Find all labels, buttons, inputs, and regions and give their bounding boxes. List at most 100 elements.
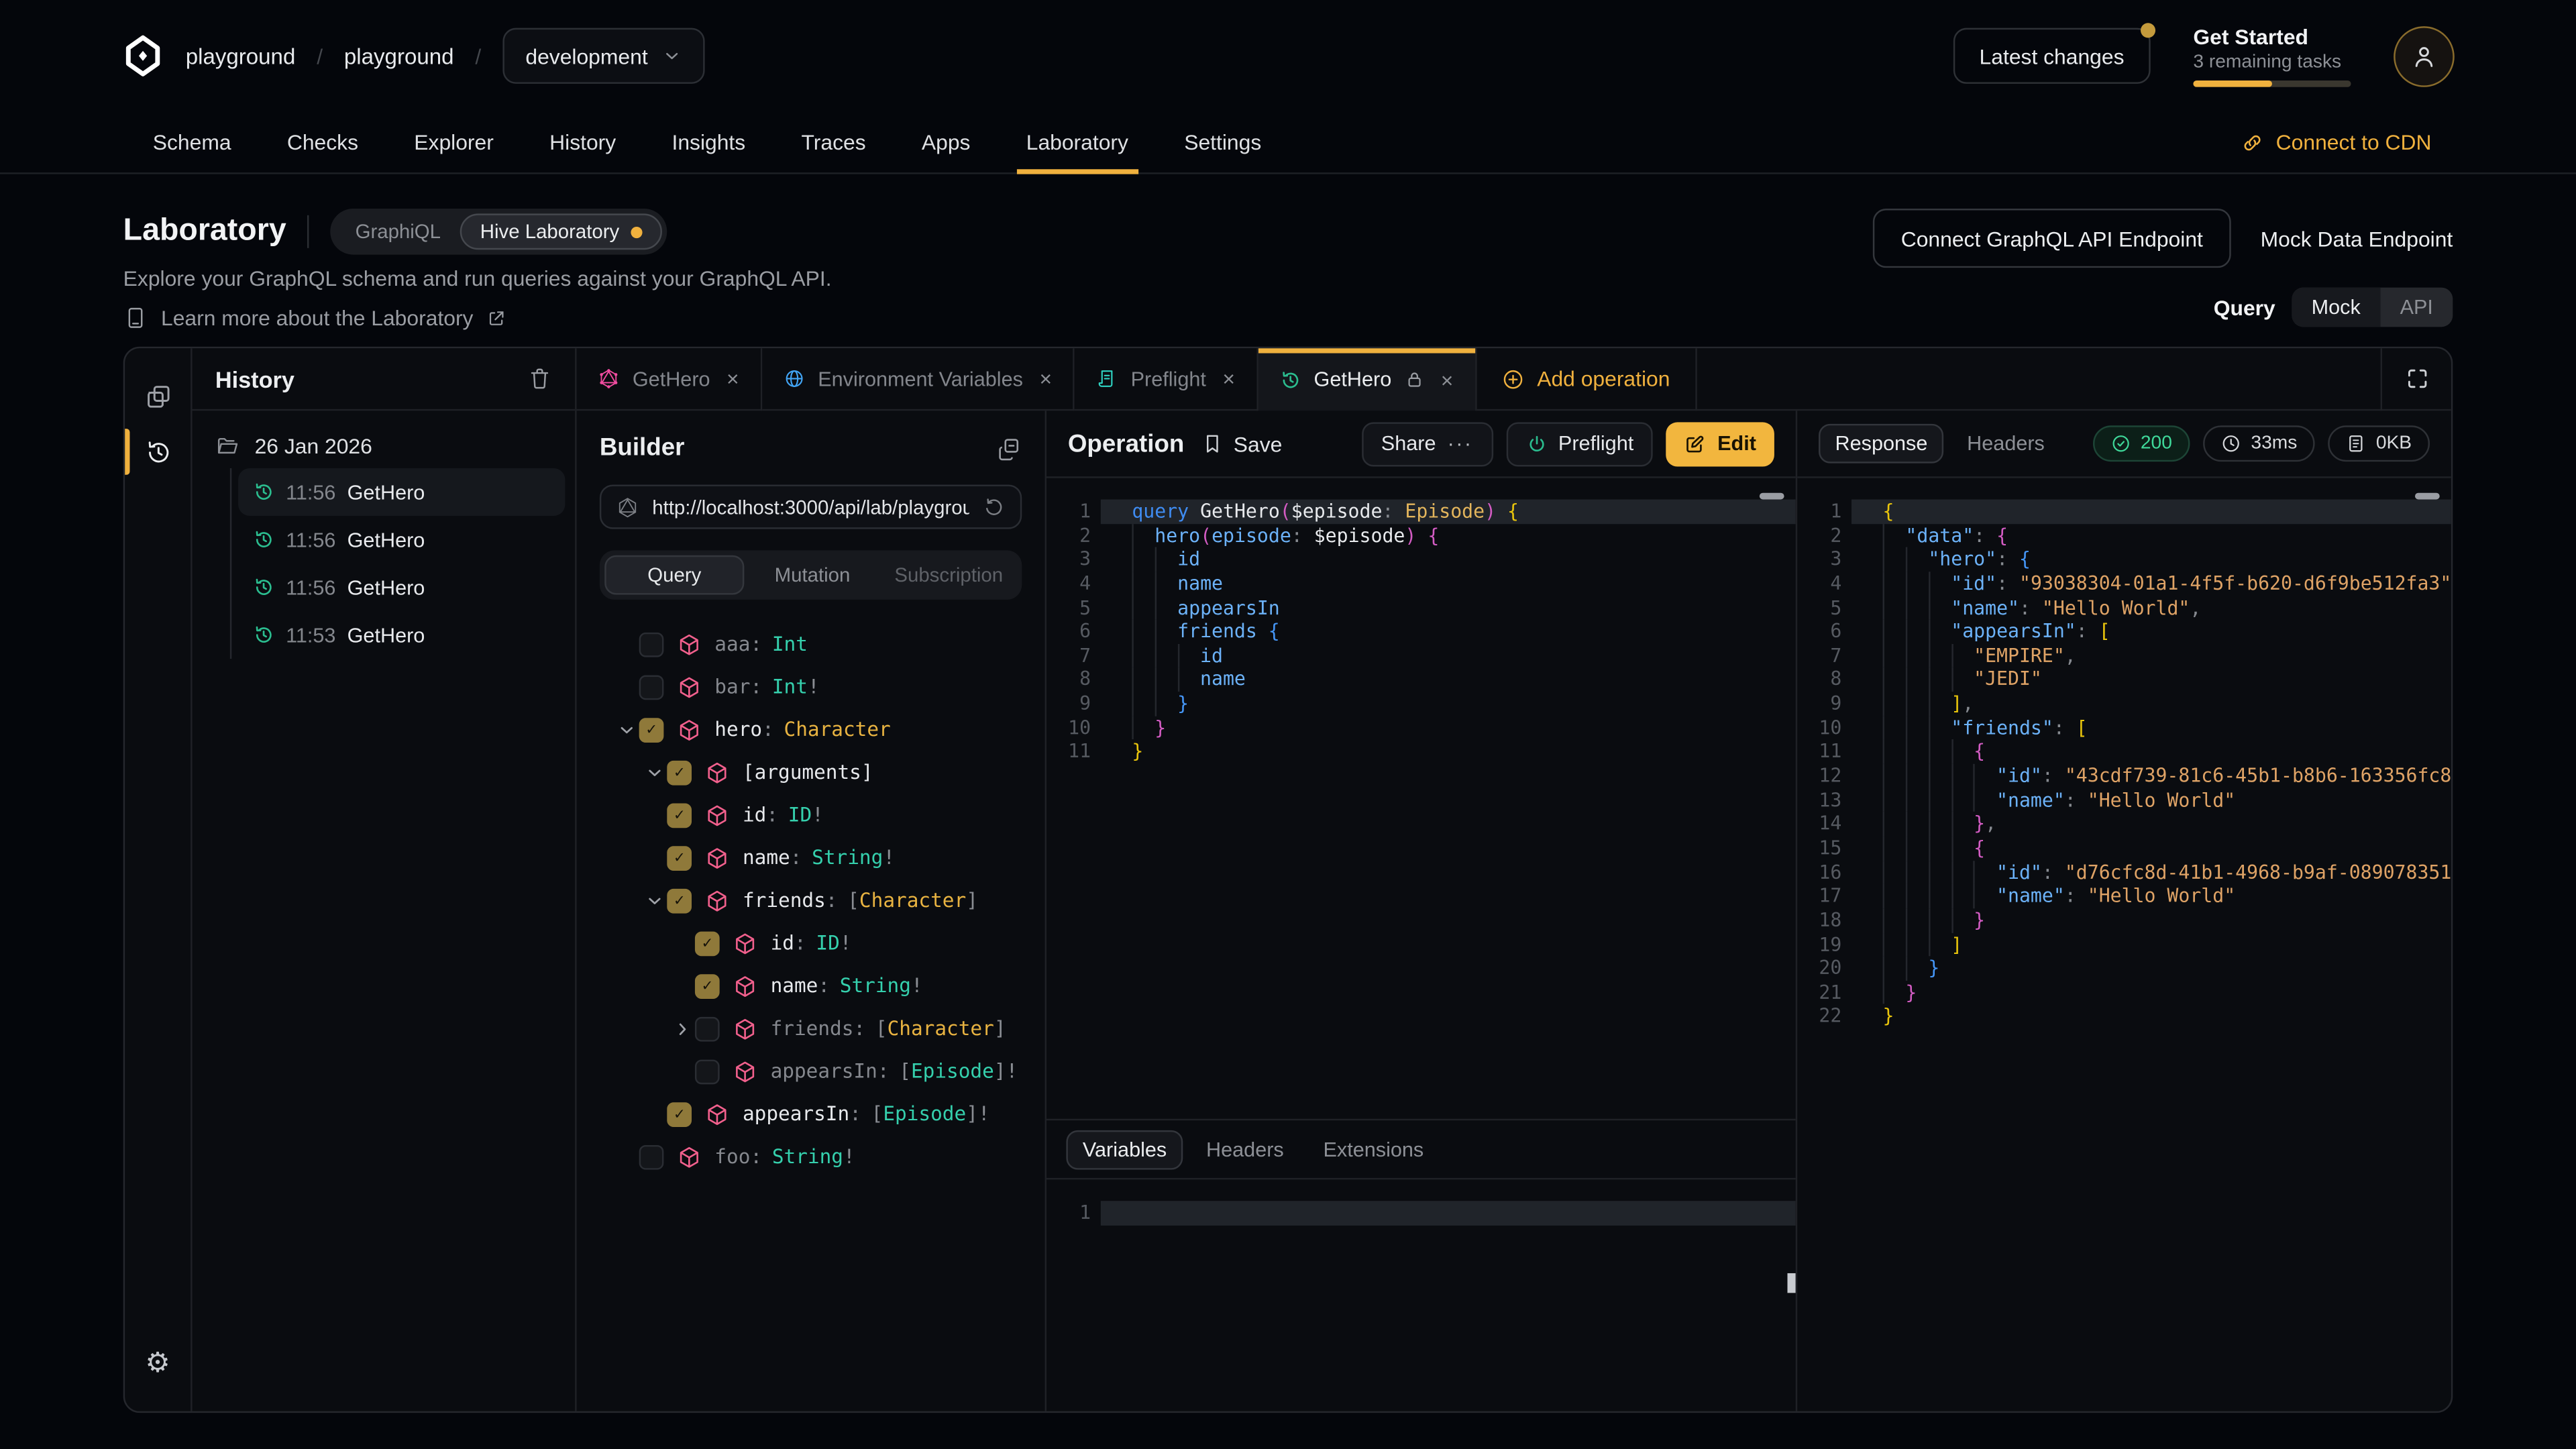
- history-item[interactable]: 11:56GetHero: [238, 564, 565, 611]
- breadcrumb: playground / playground / development: [121, 28, 705, 84]
- save-button[interactable]: Save: [1201, 431, 1283, 456]
- query-mode-api[interactable]: API: [2380, 288, 2453, 327]
- field-checkbox[interactable]: [639, 1144, 664, 1169]
- response-tab-headers[interactable]: Headers: [1951, 424, 2061, 464]
- close-icon[interactable]: ×: [727, 366, 739, 391]
- scrollbar-thumb[interactable]: [1787, 1273, 1795, 1293]
- nav-item-traces[interactable]: Traces: [801, 112, 865, 173]
- variables-editor[interactable]: 1: [1046, 1179, 1796, 1411]
- chevron-down-icon[interactable]: [641, 763, 667, 782]
- field-checkbox[interactable]: ✓: [667, 1102, 692, 1126]
- learn-more-link[interactable]: Learn more about the Laboratory: [123, 306, 832, 331]
- tab-preflight[interactable]: Preflight×: [1075, 348, 1258, 411]
- hive-logo-icon[interactable]: [121, 34, 164, 77]
- trash-icon[interactable]: [527, 366, 552, 391]
- preflight-button[interactable]: Preflight: [1506, 421, 1654, 466]
- tab-environment-variables[interactable]: Environment Variables×: [762, 348, 1075, 411]
- breadcrumb-project[interactable]: playground: [344, 44, 454, 68]
- chevron-down-icon[interactable]: [612, 720, 639, 739]
- nav-item-settings[interactable]: Settings: [1184, 112, 1261, 173]
- scrollbar-thumb[interactable]: [2415, 493, 2440, 500]
- response-tab-response[interactable]: Response: [1819, 424, 1944, 464]
- field-checkbox[interactable]: [639, 674, 664, 699]
- nav-item-insights[interactable]: Insights: [672, 112, 745, 173]
- subtab-headers[interactable]: Headers: [1190, 1130, 1301, 1169]
- nav-item-apps[interactable]: Apps: [922, 112, 971, 173]
- collections-rail-button[interactable]: [125, 368, 191, 424]
- nav-item-schema[interactable]: Schema: [153, 112, 231, 173]
- target-select[interactable]: development: [502, 28, 705, 84]
- field-checkbox[interactable]: ✓: [695, 930, 720, 955]
- tree-field-id: ✓id:ID!: [600, 922, 1022, 965]
- history-rail-button[interactable]: [125, 424, 191, 480]
- indent-guide: [1155, 572, 1177, 596]
- code-token: "43cdf739-81c6-45b1-b8b6-163356fc823f": [2065, 764, 2451, 787]
- query-editor[interactable]: 1234567891011query GetHero($episode: Epi…: [1046, 478, 1796, 1119]
- builder-tab-mutation[interactable]: Mutation: [744, 555, 880, 595]
- endpoint-url-input[interactable]: http://localhost:3000/api/lab/playground: [600, 484, 1022, 529]
- add-operation-button[interactable]: Add operation: [1477, 348, 1697, 411]
- subtab-variables[interactable]: Variables: [1066, 1130, 1183, 1169]
- nav-item-checks[interactable]: Checks: [287, 112, 358, 173]
- edit-button[interactable]: Edit: [1666, 421, 1774, 466]
- close-icon[interactable]: ×: [1222, 366, 1235, 391]
- chevron-down-icon[interactable]: [641, 892, 667, 910]
- mock-data-endpoint-button[interactable]: Mock Data Endpoint: [2261, 226, 2453, 251]
- field-checkbox[interactable]: [639, 632, 664, 657]
- field-checkbox[interactable]: ✓: [667, 760, 692, 785]
- code-token: {: [1996, 523, 2008, 546]
- field-checkbox[interactable]: [695, 1059, 720, 1083]
- history-item[interactable]: 11:53GetHero: [238, 611, 565, 659]
- lab-mode-hive-laboratory[interactable]: Hive Laboratory: [460, 213, 662, 250]
- close-icon[interactable]: ×: [1441, 367, 1454, 392]
- close-icon[interactable]: ×: [1039, 366, 1052, 391]
- operation-type-tabs: QueryMutationSubscription: [600, 550, 1022, 599]
- field-type: Character: [859, 889, 966, 912]
- connect-graphql-endpoint-button[interactable]: Connect GraphQL API Endpoint: [1873, 209, 2231, 268]
- nav-item-explorer[interactable]: Explorer: [414, 112, 494, 173]
- tab-gethero[interactable]: GetHero×: [577, 348, 762, 411]
- field-type: !: [883, 846, 895, 869]
- subtab-extensions[interactable]: Extensions: [1307, 1130, 1440, 1169]
- fullscreen-button[interactable]: [2381, 348, 2451, 411]
- settings-rail-button[interactable]: ⚙: [125, 1336, 191, 1391]
- nav-item-laboratory[interactable]: Laboratory: [1026, 112, 1128, 173]
- builder-tab-query[interactable]: Query: [604, 555, 744, 595]
- field-checkbox[interactable]: ✓: [695, 973, 720, 998]
- query-mode-mock[interactable]: Mock: [2292, 288, 2380, 327]
- builder-tab-subscription[interactable]: Subscription: [881, 555, 1017, 595]
- field-checkbox[interactable]: [695, 1016, 720, 1041]
- nav-item-history[interactable]: History: [549, 112, 616, 173]
- connect-to-cdn-link[interactable]: Connect to CDN: [2241, 112, 2431, 173]
- code-line: "id": "43cdf739-81c6-45b1-b8b6-163356fc8…: [1851, 764, 2451, 788]
- line-number: 22: [1797, 1004, 1851, 1028]
- user-avatar[interactable]: [2394, 25, 2455, 87]
- code-token: }: [1928, 957, 1939, 979]
- indent-guide: [1928, 667, 1951, 692]
- line-number: 5: [1797, 596, 1851, 620]
- edit-pencil-icon: [1684, 433, 1706, 454]
- tab-gethero[interactable]: GetHero×: [1258, 348, 1476, 411]
- field-checkbox[interactable]: ✓: [639, 717, 664, 742]
- history-date-group[interactable]: 26 Jan 2026: [215, 434, 575, 459]
- breadcrumb-org[interactable]: playground: [186, 44, 296, 68]
- latest-changes-button[interactable]: Latest changes: [1953, 28, 2150, 84]
- history-clock-icon: [253, 529, 274, 551]
- field-checkbox[interactable]: ✓: [667, 888, 692, 913]
- get-started-widget[interactable]: Get Started 3 remaining tasks: [2193, 25, 2351, 87]
- indent-guide: [1883, 764, 1906, 788]
- lab-mode-graphiql[interactable]: GraphiQL: [335, 213, 460, 250]
- response-viewer[interactable]: 12345678910111213141516171819202122{"dat…: [1797, 478, 2451, 1411]
- refresh-icon[interactable]: [982, 495, 1005, 518]
- field-checkbox[interactable]: ✓: [667, 845, 692, 870]
- history-item[interactable]: 11:56GetHero: [238, 516, 565, 564]
- code-token: }: [1974, 908, 1985, 931]
- share-button[interactable]: Share ···: [1361, 421, 1493, 466]
- chevron-right-icon[interactable]: [669, 1020, 695, 1038]
- indent-guide: [1132, 692, 1155, 716]
- collapse-panel-icon[interactable]: [996, 435, 1022, 461]
- scrollbar-thumb[interactable]: [1760, 493, 1784, 500]
- history-item[interactable]: 11:56GetHero: [238, 468, 565, 516]
- sidebar-icon-rail: ⚙: [125, 348, 192, 1411]
- field-checkbox[interactable]: ✓: [667, 802, 692, 827]
